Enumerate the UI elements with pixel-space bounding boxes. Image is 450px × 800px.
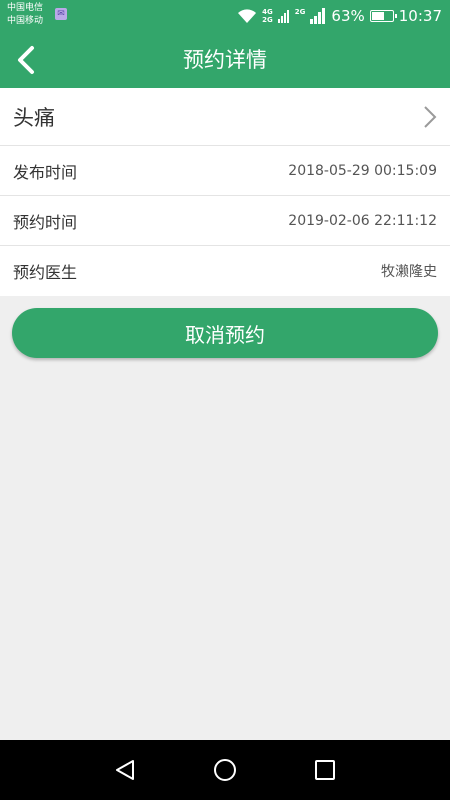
clock: 10:37 [398,7,442,25]
appointment-time-row: 预约时间 2019-02-06 22:11:12 [0,196,450,246]
app-bar: 预约详情 [0,32,450,88]
doctor-row: 预约医生 牧濑隆史 [0,246,450,296]
status-bar: 中国电信 中国移动 ✉ 4G 2G 2G 63% 10:37 [0,0,450,32]
cancel-appointment-button[interactable]: 取消预约 [12,308,438,358]
publish-time-label: 发布时间 [13,162,78,182]
carrier-info: 中国电信 中国移动 [7,2,43,28]
appointment-time-value: 2019-02-06 22:11:12 [288,212,437,229]
signal-icon-1 [277,10,289,23]
publish-time-value: 2018-05-29 00:15:09 [288,162,437,179]
notification-icon: ✉ [55,8,67,20]
signal-icon-2 [310,8,326,24]
triangle-back-icon [116,760,134,780]
screen: 中国电信 中国移动 ✉ 4G 2G 2G 63% 10:37 预约详情 头痛 发… [0,0,450,800]
doctor-value: 牧濑隆史 [381,264,437,280]
network-type-2: 2G [295,8,306,24]
network-type: 4G 2G [262,8,273,24]
battery-percent: 63% [331,7,365,25]
square-recents-icon [315,760,335,780]
battery-level [371,12,384,20]
appointment-detail-card: 头痛 发布时间 2018-05-29 00:15:09 预约时间 2019-02… [0,88,450,296]
network-tag-2g-second: 2G [294,8,306,16]
network-tag-4g: 4G [262,8,273,16]
wifi-icon [238,9,257,23]
nav-home-button[interactable] [213,758,237,782]
status-indicators: 4G 2G 2G 63% 10:37 [237,0,442,32]
condition-label: 头痛 [13,105,55,130]
carrier-2: 中国移动 [7,16,44,26]
circle-home-icon [214,759,236,781]
network-tag-2g: 2G [262,16,273,24]
nav-back-button[interactable] [113,758,137,782]
back-arrow-icon [18,46,34,74]
page-title: 预约详情 [183,48,267,72]
publish-time-row: 发布时间 2018-05-29 00:15:09 [0,146,450,196]
nav-recents-button[interactable] [313,758,337,782]
back-button[interactable] [10,42,46,78]
carrier-1: 中国电信 [7,3,44,13]
battery-icon [369,10,397,22]
condition-row[interactable]: 头痛 [0,88,450,146]
doctor-label: 预约医生 [13,263,78,282]
navigation-bar [0,740,450,800]
appointment-time-label: 预约时间 [13,212,78,232]
chevron-right-icon [424,105,437,128]
